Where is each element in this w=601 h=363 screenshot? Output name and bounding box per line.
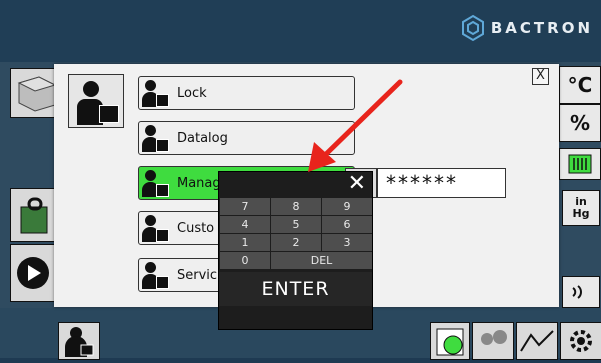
numeric-keypad: ✕ 7 8 9 4 5 6 1 2 3 0 DEL ENTER (218, 171, 373, 330)
user-login-button[interactable] (58, 322, 100, 360)
hexagon-logo-icon (461, 14, 484, 42)
line-graph-icon (520, 330, 554, 352)
key-7[interactable]: 7 (220, 198, 270, 215)
key-9[interactable]: 9 (322, 198, 372, 215)
user-datalog-icon (139, 122, 175, 154)
keypad-keys: 7 8 9 4 5 6 1 2 3 0 DEL (219, 198, 372, 269)
dialog-close-button[interactable]: X (532, 68, 549, 85)
pressure-unit-bottom: Hg (572, 207, 590, 220)
door-lock-tile[interactable] (10, 188, 56, 242)
lights-button[interactable] (472, 322, 514, 360)
bactron-logo: BACTRON (459, 14, 593, 42)
heater-tile[interactable] (559, 148, 601, 180)
humidity-tile[interactable]: % (559, 104, 601, 142)
key-2[interactable]: 2 (271, 234, 321, 251)
light-bulb-icon (481, 330, 507, 345)
user-service-icon (139, 259, 175, 291)
key-1[interactable]: 1 (220, 234, 270, 251)
heater-icon (568, 154, 592, 174)
key-4[interactable]: 4 (220, 216, 270, 233)
key-8[interactable]: 8 (271, 198, 321, 215)
user-custom-label: Custo (177, 220, 215, 236)
gas-icon (572, 285, 582, 299)
play-cycle-icon (17, 257, 49, 289)
current-user-icon (68, 74, 124, 128)
pressure-unit-tile[interactable]: in Hg (562, 190, 600, 226)
temperature-unit-tile[interactable]: °C (559, 66, 601, 104)
settings-button[interactable] (560, 322, 601, 360)
user-lock-label: Lock (177, 85, 207, 101)
user-lock-icon (139, 77, 175, 109)
gas-tile[interactable] (562, 276, 600, 308)
key-3[interactable]: 3 (322, 234, 372, 251)
user-manager-icon (139, 167, 175, 199)
door-lock-icon (20, 197, 48, 234)
calendar-run-icon (436, 328, 464, 356)
user-lock-icon (65, 327, 94, 357)
user-manager-label: Manag (177, 175, 221, 191)
user-datalog-label: Datalog (177, 130, 228, 146)
user-service-label: Servic (177, 267, 218, 283)
graph-button[interactable] (516, 322, 558, 360)
gear-icon (570, 330, 592, 352)
key-delete[interactable]: DEL (271, 252, 372, 269)
logo-text: BACTRON (490, 19, 593, 37)
calendar-button[interactable] (430, 322, 470, 360)
red-arrow-annotation (308, 79, 403, 172)
key-0[interactable]: 0 (220, 252, 270, 269)
enter-button[interactable]: ENTER (219, 272, 372, 306)
key-6[interactable]: 6 (322, 216, 372, 233)
key-5[interactable]: 5 (271, 216, 321, 233)
user-custom-icon (139, 212, 175, 244)
start-cycle-tile[interactable] (10, 244, 56, 302)
